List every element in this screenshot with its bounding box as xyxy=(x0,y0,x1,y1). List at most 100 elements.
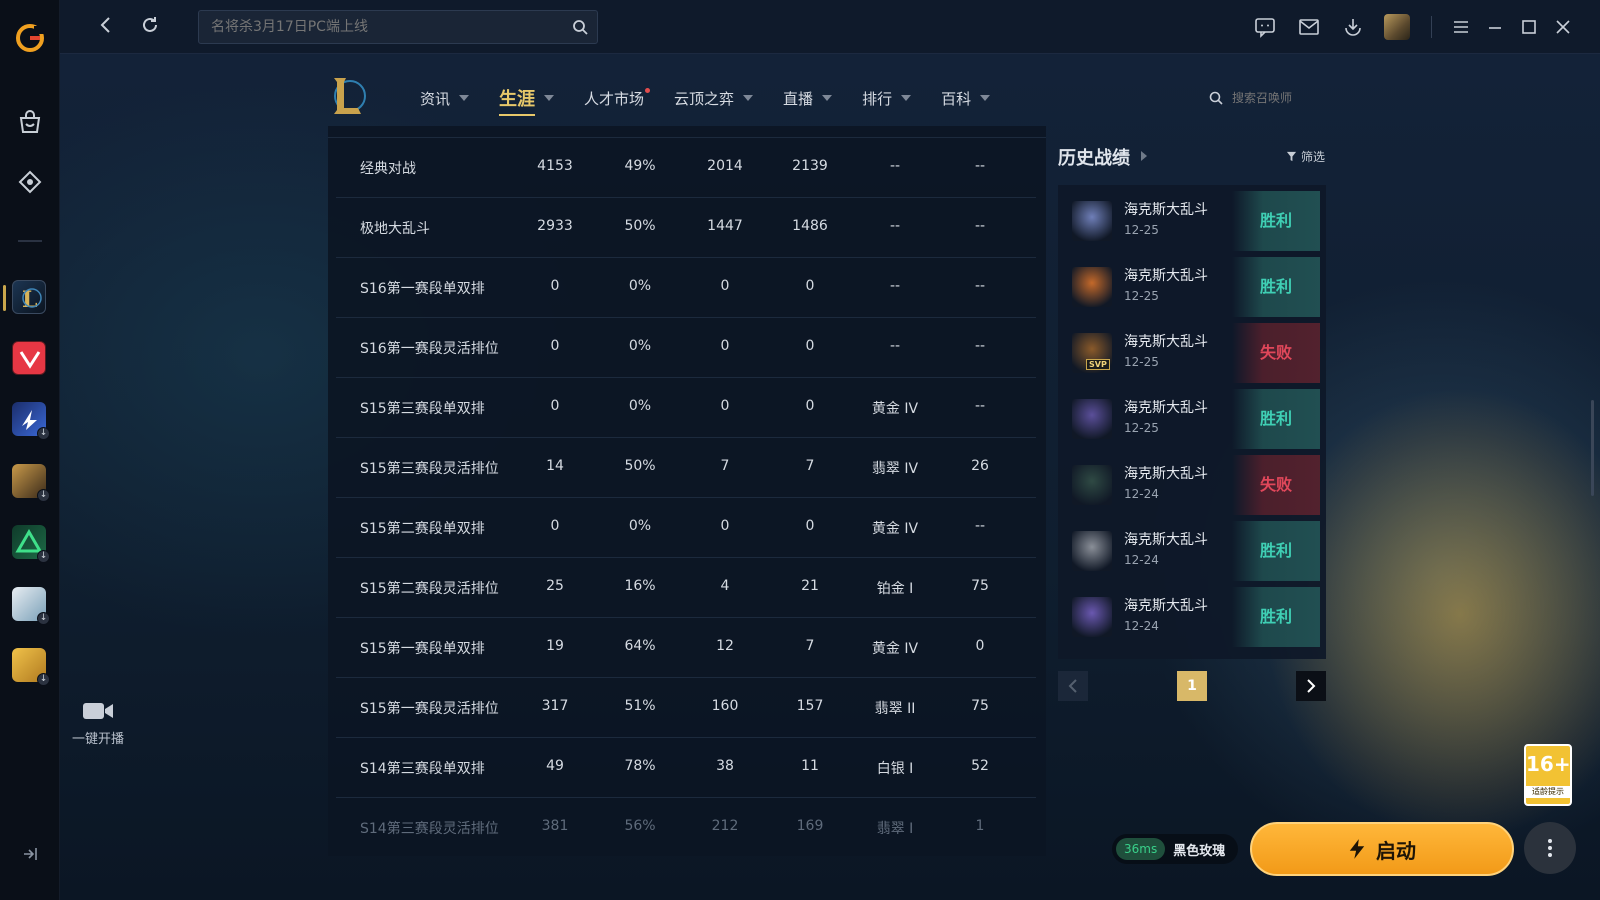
download-badge-icon: ↓ xyxy=(37,673,50,686)
cell-total: 0 xyxy=(550,398,560,414)
server-status[interactable]: 36ms 黑色玫瑰 xyxy=(1112,834,1238,864)
page-1-button[interactable]: 1 xyxy=(1177,671,1207,701)
cell-winrate: 50% xyxy=(624,458,656,474)
collapse-sidebar-icon[interactable] xyxy=(20,844,40,864)
cell-losses: 11 xyxy=(801,758,819,774)
page-scrollbar[interactable] xyxy=(1591,400,1594,496)
cell-points: 1 xyxy=(975,818,985,834)
minimize-button[interactable] xyxy=(1478,13,1512,41)
notification-dot xyxy=(645,88,651,93)
cell-wins: 38 xyxy=(716,758,734,774)
maximize-button[interactable] xyxy=(1512,13,1546,41)
mail-button[interactable] xyxy=(1287,13,1331,41)
search-icon[interactable] xyxy=(1208,90,1224,106)
nav-career[interactable]: 生涯 xyxy=(499,84,555,116)
global-search-input[interactable] xyxy=(199,11,559,43)
match-mode: 海克斯大乱斗 xyxy=(1124,466,1208,482)
match-mode: 海克斯大乱斗 xyxy=(1124,202,1208,218)
cell-rank: 黄金 IV xyxy=(871,521,919,537)
filter-button[interactable]: 筛选 xyxy=(1286,148,1325,165)
nav-live[interactable]: 直播 xyxy=(783,84,833,112)
cell-losses: 169 xyxy=(796,818,824,834)
cell-mode: S15第三赛段单双排 xyxy=(360,401,485,417)
cell-wins: 7 xyxy=(720,458,730,474)
game-valorant-icon[interactable] xyxy=(12,341,46,375)
menu-button[interactable] xyxy=(1444,13,1478,41)
cell-points: -- xyxy=(974,338,986,354)
game-lol-icon[interactable]: L xyxy=(3,280,46,314)
refresh-button[interactable] xyxy=(136,13,164,41)
summoner-search-input[interactable] xyxy=(1232,91,1328,105)
match-item[interactable]: 海克斯大乱斗 12-24 胜利 xyxy=(1066,587,1320,647)
table-row: S15第二赛段单双排 0 0% 0 0 黄金 IV -- xyxy=(336,498,1036,558)
cell-points: -- xyxy=(974,398,986,414)
chat-button[interactable] xyxy=(1243,13,1287,41)
cell-wins: 12 xyxy=(716,638,734,654)
cell-points: 75 xyxy=(971,698,989,714)
cell-points: 26 xyxy=(971,458,989,474)
store-icon[interactable] xyxy=(14,106,46,138)
cell-total: 14 xyxy=(546,458,564,474)
match-item[interactable]: 海克斯大乱斗 12-25 胜利 xyxy=(1066,257,1320,317)
nav-talent-market[interactable]: 人才市场 xyxy=(584,84,651,112)
cell-total: 381 xyxy=(541,818,569,834)
cell-rank: 翡翠 IV xyxy=(871,461,919,477)
app-logo-icon[interactable] xyxy=(14,22,46,54)
left-sidebar: L ↓ ↓ ↓ ↓ ↓ xyxy=(0,0,60,900)
next-page-button[interactable] xyxy=(1296,671,1326,701)
match-item[interactable]: 海克斯大乱斗 12-25 胜利 xyxy=(1066,389,1320,449)
svp-badge: SVP xyxy=(1086,359,1110,370)
match-item[interactable]: SVP 海克斯大乱斗 12-25 失败 xyxy=(1066,323,1320,383)
svg-text:L: L xyxy=(22,287,37,313)
champion-avatar xyxy=(1072,399,1112,439)
lol-nav-bar: 资讯 生涯 人才市场 云顶之弈 直播 排行 百科 xyxy=(420,84,1020,116)
cell-rank: 翡翠 I xyxy=(876,821,914,837)
nav-news[interactable]: 资讯 xyxy=(420,84,470,112)
nav-wiki[interactable]: 百科 xyxy=(941,84,991,112)
chevron-down-icon xyxy=(901,95,912,101)
match-item[interactable]: 海克斯大乱斗 12-24 失败 xyxy=(1066,455,1320,515)
cell-losses: 2139 xyxy=(792,158,828,174)
cell-mode: S14第三赛段单双排 xyxy=(360,761,485,777)
back-button[interactable] xyxy=(92,13,120,41)
champion-avatar xyxy=(1072,531,1112,571)
one-click-stream-button[interactable]: 一键开播 xyxy=(66,700,130,747)
champion-avatar xyxy=(1072,201,1112,241)
nav-tft[interactable]: 云顶之弈 xyxy=(674,84,754,112)
search-icon[interactable] xyxy=(571,18,589,36)
avatar xyxy=(1384,14,1410,40)
game-icon-4[interactable]: ↓ xyxy=(12,464,50,502)
cell-winrate: 50% xyxy=(624,218,656,234)
game-icon-6[interactable]: ↓ xyxy=(12,587,50,625)
more-options-button[interactable] xyxy=(1524,822,1576,874)
cell-losses: 7 xyxy=(805,458,815,474)
champion-avatar xyxy=(1072,465,1112,505)
nav-ranking[interactable]: 排行 xyxy=(862,84,912,112)
game-library-icon[interactable] xyxy=(14,166,46,198)
game-icon-7[interactable]: ↓ xyxy=(12,648,50,686)
game-icon-5[interactable]: ↓ xyxy=(12,525,50,563)
cell-winrate: 51% xyxy=(624,698,656,714)
match-item[interactable]: 海克斯大乱斗 12-24 胜利 xyxy=(1066,521,1320,581)
cell-total: 4153 xyxy=(537,158,573,174)
history-title[interactable]: 历史战绩 xyxy=(1058,144,1130,170)
download-manager-button[interactable] xyxy=(1331,13,1375,41)
filter-label: 筛选 xyxy=(1301,150,1326,164)
user-avatar-button[interactable] xyxy=(1375,13,1419,41)
download-icon xyxy=(1345,19,1361,36)
champion-avatar xyxy=(1072,267,1112,307)
divider xyxy=(1431,16,1432,38)
game-icon-3[interactable]: ↓ xyxy=(12,402,50,440)
close-button[interactable] xyxy=(1546,13,1580,41)
cell-total: 317 xyxy=(541,698,569,714)
prev-page-button[interactable] xyxy=(1058,671,1088,701)
match-date: 12-25 xyxy=(1124,223,1159,237)
video-camera-icon xyxy=(83,703,113,719)
cell-mode: S16第一赛段单双排 xyxy=(360,281,485,297)
match-result: 胜利 xyxy=(1232,521,1320,581)
match-item[interactable]: 海克斯大乱斗 12-25 胜利 xyxy=(1066,191,1320,251)
chevron-right-icon[interactable] xyxy=(1141,151,1147,161)
launch-button[interactable]: 启动 xyxy=(1250,822,1514,876)
lol-logo-icon[interactable] xyxy=(328,74,368,118)
cell-points: -- xyxy=(974,518,986,534)
